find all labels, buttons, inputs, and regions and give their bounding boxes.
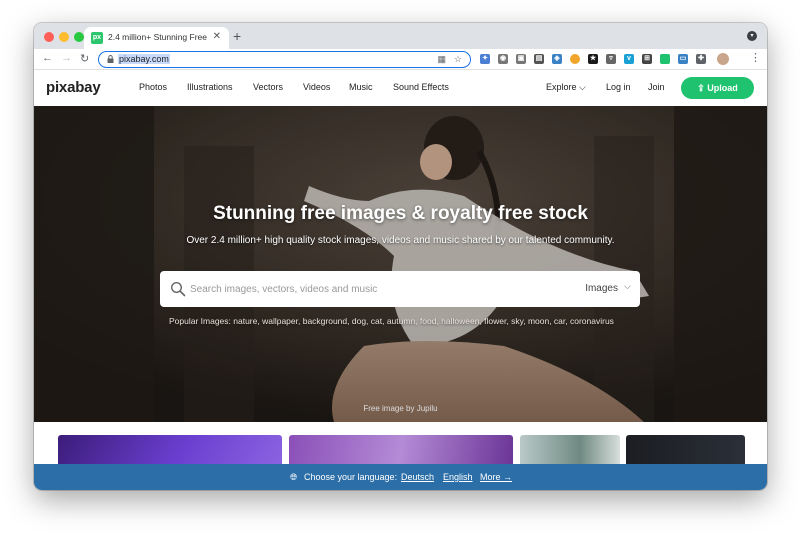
thumbnail-image[interactable] <box>520 435 620 464</box>
url-text[interactable]: pixabay.com <box>118 54 170 64</box>
back-icon[interactable]: ← <box>42 52 53 64</box>
close-window-button[interactable] <box>44 32 54 42</box>
browser-toolbar: ← → ↻ pixabay.com ▦ ☆ ✦ ◉ ▣ ▤ ◈ ★ ▿ v ⊞ … <box>34 49 767 70</box>
profile-avatar[interactable] <box>717 53 729 65</box>
extension-orange-icon[interactable] <box>570 54 580 64</box>
globe-icon: 🌐︎ <box>290 472 298 482</box>
search-type-select[interactable]: Images <box>585 283 618 294</box>
extension-screen-icon[interactable]: ▣ <box>516 54 526 64</box>
extension-window-icon[interactable]: ▭ <box>678 54 688 64</box>
reload-icon[interactable]: ↻ <box>80 52 89 65</box>
upload-icon: ⇪ <box>697 83 705 93</box>
nav-sound-effects[interactable]: Sound Effects <box>393 82 449 92</box>
nav-vectors[interactable]: Vectors <box>253 82 283 92</box>
bookmark-star-icon[interactable]: ☆ <box>454 54 462 65</box>
upload-label: Upload <box>707 83 738 93</box>
hero-subtitle: Over 2.4 million+ high quality stock ima… <box>186 235 615 246</box>
nav-videos[interactable]: Videos <box>303 82 330 92</box>
language-label: Choose your language: <box>304 472 398 482</box>
language-english[interactable]: English <box>443 472 473 482</box>
nav-music[interactable]: Music <box>349 82 373 92</box>
address-bar[interactable]: pixabay.com ▦ ☆ <box>98 51 471 68</box>
image-credit[interactable]: Free image by Jupilu <box>34 404 767 413</box>
language-more-link[interactable]: More → <box>480 472 512 482</box>
browser-tab[interactable]: px 2.4 million+ Stunning Free Imag ✕ <box>84 27 229 49</box>
search-icon[interactable] <box>170 281 186 297</box>
chevron-down-icon[interactable]: ⌵ <box>624 281 631 292</box>
hero-background-image <box>34 106 767 422</box>
browser-window: px 2.4 million+ Stunning Free Imag ✕ + ▾… <box>34 23 767 490</box>
thumbnail-image[interactable] <box>58 435 282 464</box>
extensions-puzzle-icon[interactable]: ✚ <box>696 54 706 64</box>
upload-button[interactable]: ⇪ Upload <box>681 77 754 99</box>
extension-bird-icon[interactable]: ✦ <box>480 54 490 64</box>
qr-code-icon[interactable]: ▦ <box>437 54 446 65</box>
browser-menu-icon[interactable]: ⋮ <box>750 51 761 64</box>
extension-puzzle-dark-icon[interactable]: ⊞ <box>642 54 652 64</box>
close-tab-icon[interactable]: ✕ <box>213 31 221 42</box>
maximize-window-button[interactable] <box>74 32 84 42</box>
extension-camera-icon[interactable]: ◉ <box>498 54 508 64</box>
extension-box-icon[interactable]: ▤ <box>534 54 544 64</box>
language-deutsch[interactable]: Deutsch <box>401 472 434 482</box>
extension-pocket-icon[interactable]: ▿ <box>606 54 616 64</box>
tab-title: 2.4 million+ Stunning Free Imag <box>108 32 208 42</box>
nav-photos[interactable]: Photos <box>139 82 167 92</box>
thumbnail-image[interactable] <box>626 435 745 464</box>
site-header: pixabay Photos Illustrations Vectors Vid… <box>34 70 767 106</box>
login-link[interactable]: Log in <box>606 82 631 92</box>
join-link[interactable]: Join <box>648 82 665 92</box>
tab-strip: px 2.4 million+ Stunning Free Imag ✕ + ▾ <box>34 23 767 49</box>
explore-menu[interactable]: Explore ⌵ <box>546 82 586 93</box>
language-bar: 🌐︎ Choose your language: Deutsch English… <box>34 464 767 490</box>
popular-images-list[interactable]: Popular Images: nature, wallpaper, backg… <box>169 316 689 326</box>
pixabay-logo[interactable]: pixabay <box>46 79 101 96</box>
search-box[interactable]: Images ⌵ <box>160 271 640 307</box>
tab-search-icon[interactable]: ▾ <box>747 31 757 41</box>
forward-icon[interactable]: → <box>61 52 72 64</box>
search-input[interactable] <box>190 279 570 299</box>
pixabay-favicon-icon: px <box>91 32 103 44</box>
hero-title: Stunning free images & royalty free stoc… <box>213 203 588 224</box>
nav-illustrations[interactable]: Illustrations <box>187 82 233 92</box>
extension-vimeo-icon[interactable]: v <box>624 54 634 64</box>
lock-icon <box>107 55 114 63</box>
chevron-down-icon: ⌵ <box>579 82 586 92</box>
extension-green-icon[interactable] <box>660 54 670 64</box>
image-grid <box>34 422 767 464</box>
extension-star-icon[interactable]: ★ <box>588 54 598 64</box>
extension-shield-icon[interactable]: ◈ <box>552 54 562 64</box>
thumbnail-image[interactable] <box>289 435 513 464</box>
hero-section: Stunning free images & royalty free stoc… <box>34 106 767 422</box>
explore-label: Explore <box>546 82 577 92</box>
minimize-window-button[interactable] <box>59 32 69 42</box>
new-tab-icon[interactable]: + <box>233 28 241 44</box>
